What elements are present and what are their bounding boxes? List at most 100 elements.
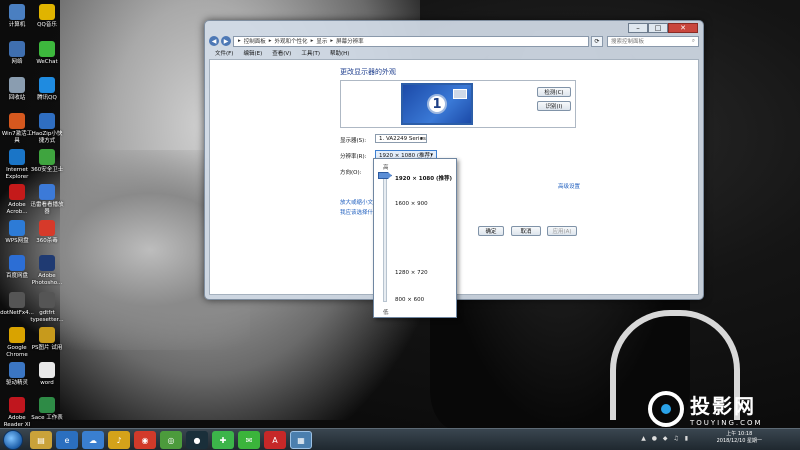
app-icon (9, 220, 25, 236)
identify-button[interactable]: 识别(I) (537, 101, 571, 111)
start-button[interactable] (3, 430, 23, 450)
desktop-icon[interactable]: 360杀毒 (30, 220, 64, 245)
desktop-icon[interactable]: WeChat (30, 41, 64, 66)
resolution-option[interactable]: 1280 × 720 (395, 270, 428, 276)
resolution-option[interactable]: 1920 × 1080 (推荐) (395, 174, 452, 182)
detect-button[interactable]: 检测(C) (537, 87, 571, 97)
360-icon[interactable]: ◎ (160, 431, 182, 449)
desktop-icon[interactable]: 360安全卫士 (30, 149, 64, 174)
folder-icon[interactable]: ▤ (30, 431, 52, 449)
desktop-icon[interactable]: 回收站 (0, 77, 34, 102)
menu-file[interactable]: 文件(F) (215, 49, 233, 57)
desktop-icon-label: 腾讯QQ (37, 95, 57, 101)
desktop-icon-label: dotNetFx4... (0, 310, 34, 316)
mini-monitor-icon (453, 89, 467, 99)
desktop-icon[interactable]: 计算机 (0, 4, 34, 29)
desktop-icon[interactable]: Win7激活工具 (0, 113, 34, 145)
desktop-icon[interactable]: QQ音乐 (30, 4, 64, 29)
monitor-thumbnail[interactable]: 1 (401, 83, 473, 125)
360-guard-icon[interactable]: ✚ (212, 431, 234, 449)
taskbar: ▤ e ☁ ♪ ◉ ◎ ● ✚ ✉ A ▦ ▲ ● ◆ ♫ ▮ 上午 10:18… (0, 428, 800, 450)
search-input[interactable]: 搜索控制面板 ⌕ (607, 35, 699, 47)
desktop-icon[interactable]: gdtfrt typesetter... (30, 292, 64, 324)
resolution-option[interactable]: 800 × 600 (395, 297, 424, 303)
obs-icon[interactable]: ● (186, 431, 208, 449)
desktop-icon[interactable]: 驱动精灵 (0, 362, 34, 387)
clock-ampm: 上午 (726, 431, 737, 437)
app-icon (39, 397, 55, 413)
clock[interactable]: 上午 10:18 2018/12/10 星期一 (717, 431, 762, 445)
menu-bar: 文件(F) 编辑(E) 查看(V) 工具(T) 帮助(H) (209, 48, 699, 58)
desktop-icon-label: 百度网盘 (5, 273, 28, 279)
menu-help[interactable]: 帮助(H) (330, 49, 349, 57)
desktop-icon-label: gdtfrt typesetter... (30, 310, 64, 323)
resolution-slider-thumb[interactable] (378, 172, 392, 179)
breadcrumb-item[interactable]: 控制面板 (244, 37, 266, 45)
refresh-icon[interactable]: ⟳ (591, 35, 603, 47)
app-icon (39, 77, 55, 93)
desktop-icon[interactable]: Internet Explorer (0, 149, 34, 181)
breadcrumb-item[interactable]: 屏幕分辨率 (336, 37, 364, 45)
cancel-button[interactable]: 取消 (511, 226, 541, 236)
breadcrumb-separator-icon: ▸ (238, 38, 241, 44)
desktop-icon-label: 计算机 (8, 22, 26, 28)
desktop-icon[interactable]: Adobe Reader XI (0, 397, 34, 429)
desktop-icon-label: WeChat (36, 59, 58, 65)
app-icon (39, 149, 55, 165)
address-bar[interactable]: ▸ 控制面板 ▸ 外观和个性化 ▸ 显示 ▸ 屏幕分辨率 (233, 35, 589, 47)
display-select-value: 1. VA2249 Series (379, 135, 426, 142)
resolution-label: 分辨率(R): (340, 154, 367, 160)
menu-edit[interactable]: 编辑(E) (243, 49, 262, 57)
monitor-number: 1 (427, 94, 447, 114)
app-icon (39, 4, 55, 20)
desktop-icon[interactable]: 腾讯QQ (30, 77, 64, 102)
qq-music-icon[interactable]: ♪ (108, 431, 130, 449)
forward-icon[interactable]: ▶ (221, 36, 231, 46)
maximize-button[interactable]: □ (648, 23, 668, 33)
app-icon (39, 255, 55, 271)
tray-icons[interactable]: ▲ ● ◆ ♫ ▮ (641, 435, 690, 442)
ok-button[interactable]: 确定 (478, 226, 504, 236)
resolution-option[interactable]: 1600 × 900 (395, 201, 428, 207)
control-panel-icon[interactable]: ▦ (290, 431, 312, 449)
desktop-icon[interactable]: Sace 工作表 (30, 397, 64, 422)
desktop-icon-label: 迅雷看看播放器 (30, 202, 64, 215)
menu-tools[interactable]: 工具(T) (301, 49, 320, 57)
breadcrumb-item[interactable]: 外观和个性化 (275, 37, 308, 45)
display-select[interactable]: 1. VA2249 Series ▾ (375, 134, 427, 143)
app-icon (39, 220, 55, 236)
app-icon (9, 397, 25, 413)
resolution-slider-track[interactable] (383, 175, 387, 302)
desktop-icon-label: PS图片 试用 (31, 345, 63, 351)
breadcrumb-item[interactable]: 显示 (316, 37, 327, 45)
baidu-netdisk-icon[interactable]: ☁ (82, 431, 104, 449)
desktop-icon[interactable]: dotNetFx4... (0, 292, 34, 317)
desktop-icon[interactable]: Adobe Photosho... (30, 255, 64, 287)
acrobat-icon[interactable]: A (264, 431, 286, 449)
desktop-icon[interactable]: Google Chrome (0, 327, 34, 359)
minimize-button[interactable]: – (628, 23, 648, 33)
app-icon (9, 184, 25, 200)
menu-view[interactable]: 查看(V) (272, 49, 291, 57)
desktop-icon[interactable]: WPS网盘 (0, 220, 34, 245)
apply-button[interactable]: 应用(A) (547, 226, 577, 236)
search-placeholder: 搜索控制面板 (611, 39, 645, 45)
desktop-icon[interactable]: Adobe Acrob... (0, 184, 34, 216)
app-icon (9, 362, 25, 378)
back-icon[interactable]: ◀ (209, 36, 219, 46)
desktop-icon[interactable]: PS图片 试用 (30, 327, 64, 352)
display-preview: 1 检测(C) 识别(I) (340, 80, 576, 128)
desktop-icon[interactable]: word (30, 362, 64, 387)
desktop-icon[interactable]: 迅雷看看播放器 (30, 184, 64, 216)
ie-icon[interactable]: e (56, 431, 78, 449)
wechat-icon[interactable]: ✉ (238, 431, 260, 449)
close-button[interactable]: ✕ (668, 23, 698, 33)
desktop-icon[interactable]: HaoZip小快捷方式 (30, 113, 64, 145)
desktop-icon[interactable]: 网络 (0, 41, 34, 66)
advanced-settings-link[interactable]: 高级设置 (558, 182, 580, 190)
chrome-icon[interactable]: ◉ (134, 431, 156, 449)
app-icon (39, 362, 55, 378)
desktop-icon[interactable]: 百度网盘 (0, 255, 34, 280)
address-bar-row: ◀ ▶ ▸ 控制面板 ▸ 外观和个性化 ▸ 显示 ▸ 屏幕分辨率 ⟳ 搜索控制面… (209, 35, 699, 47)
window-controls: – □ ✕ (628, 23, 698, 33)
